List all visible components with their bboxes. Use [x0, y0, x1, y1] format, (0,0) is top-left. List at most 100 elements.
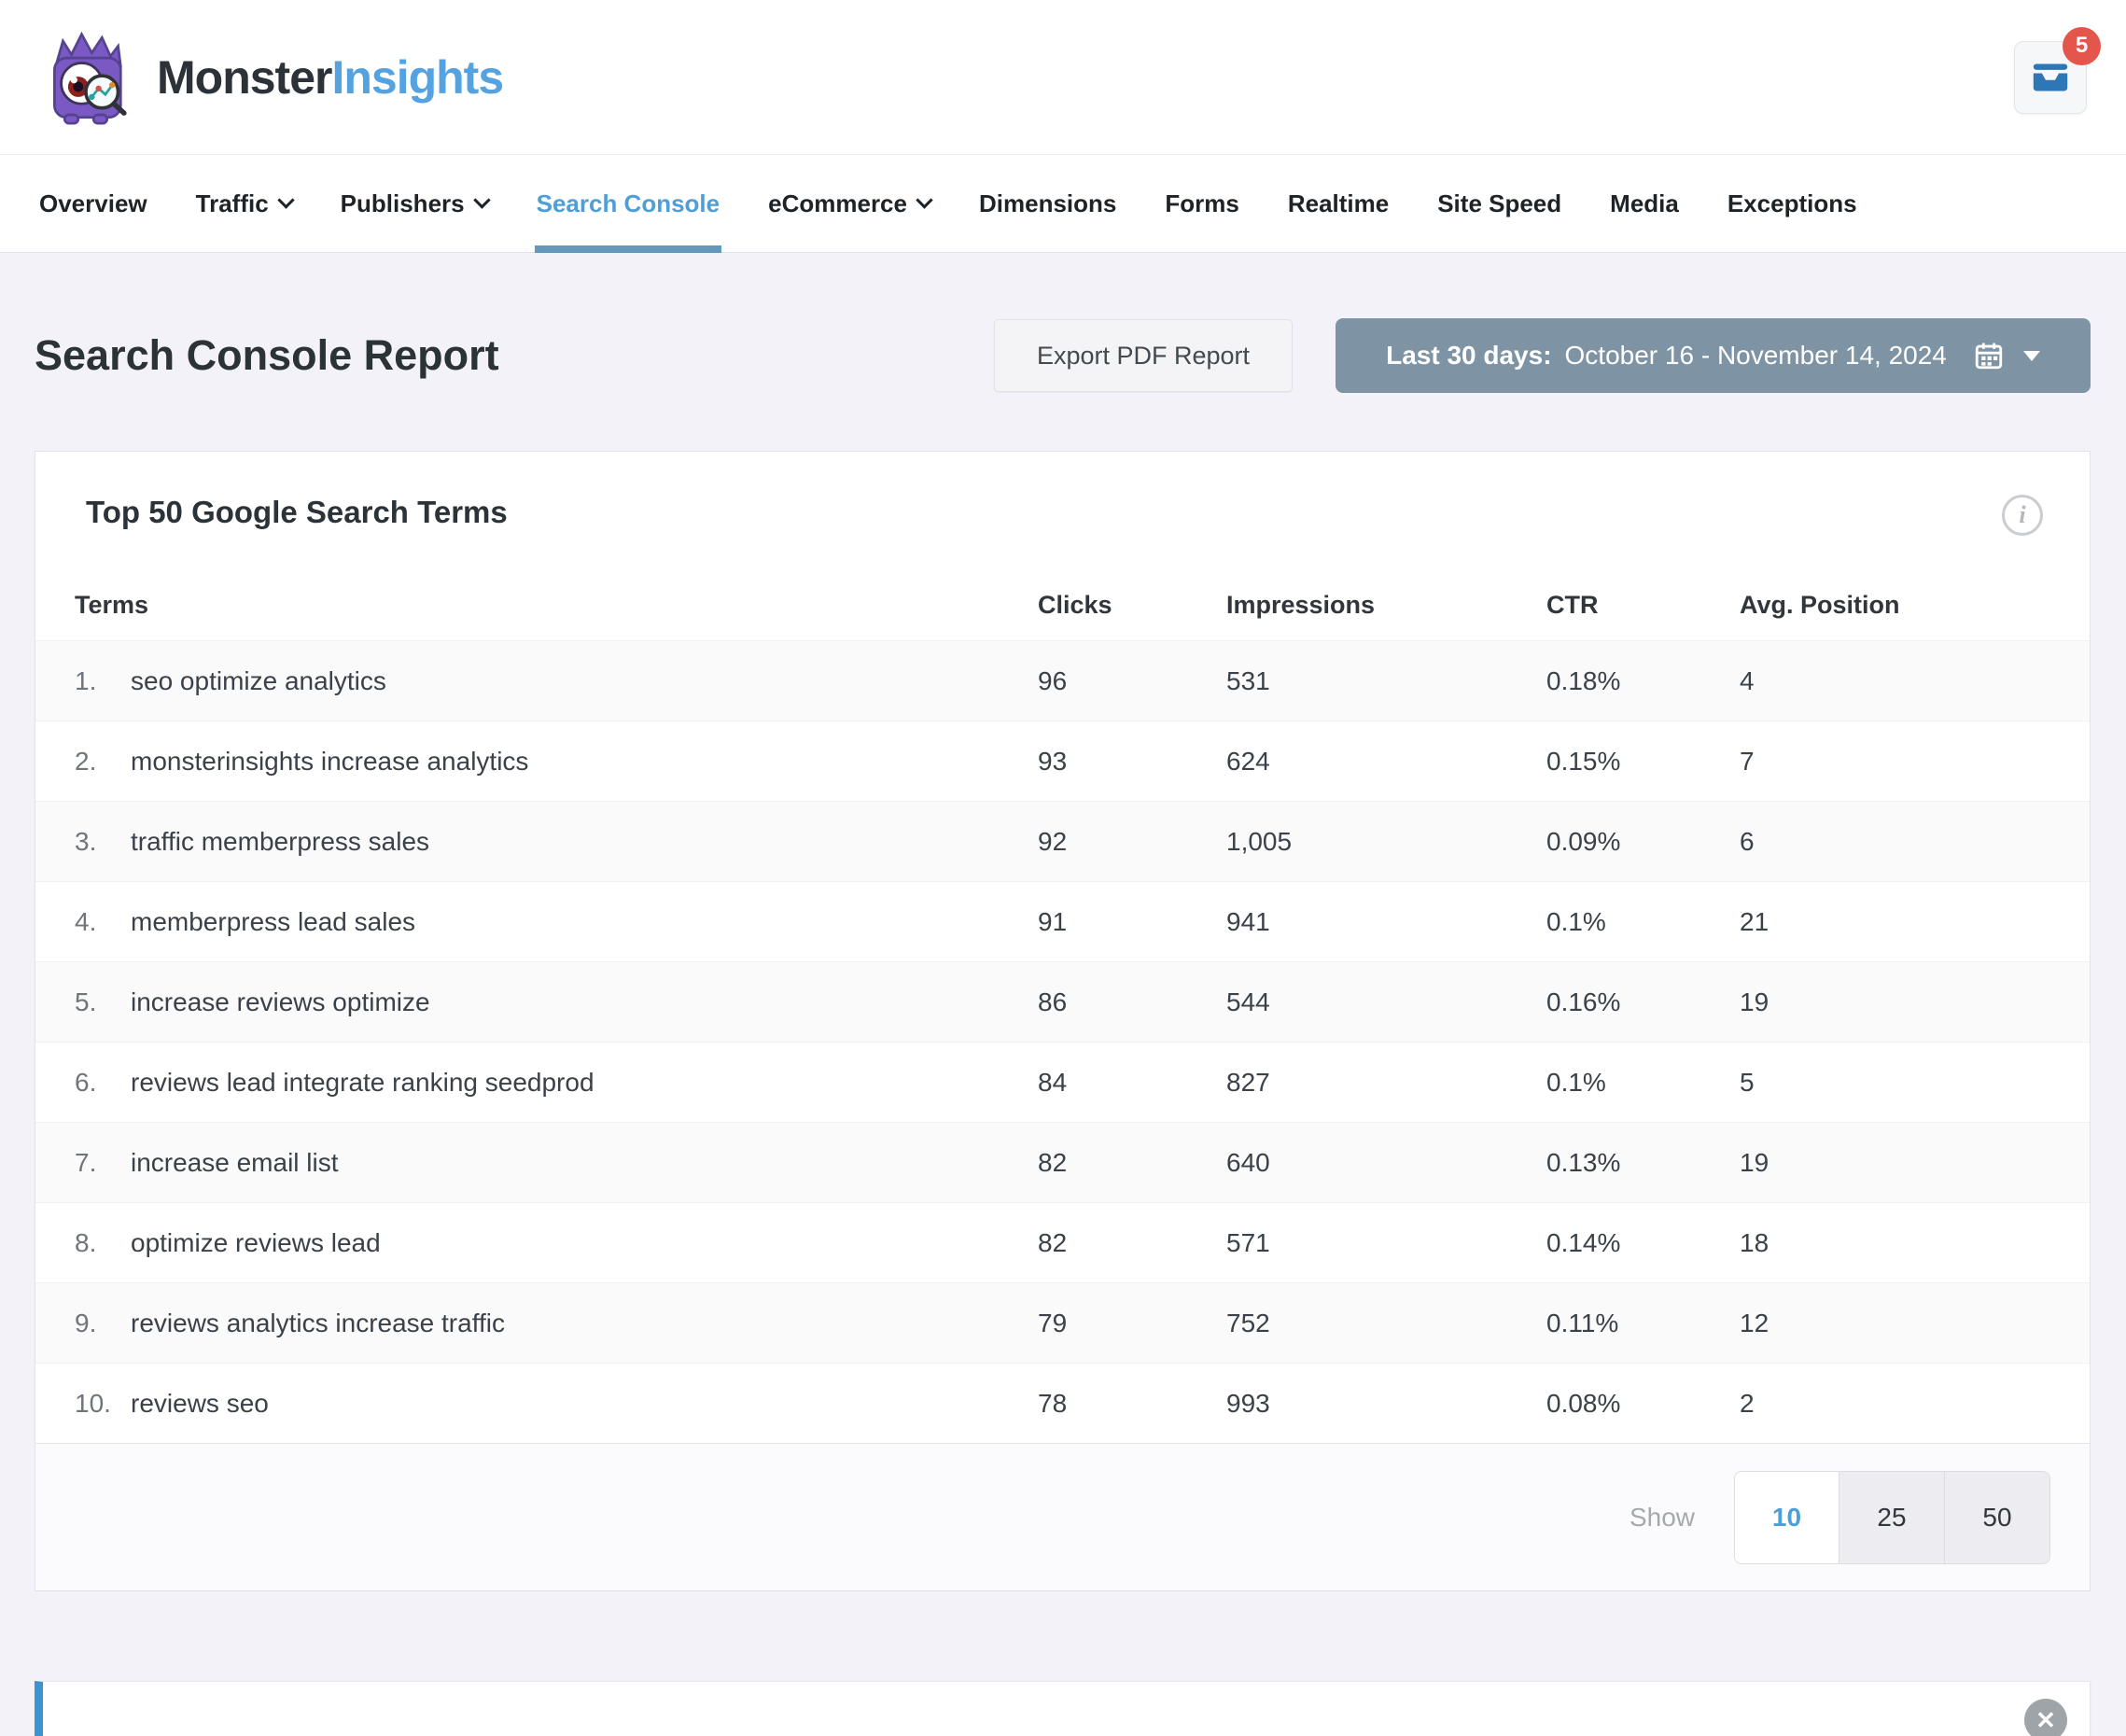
- tab-traffic[interactable]: Traffic: [172, 155, 316, 252]
- tab-ecommerce[interactable]: eCommerce: [744, 155, 955, 252]
- page-size-25-button[interactable]: 25: [1839, 1471, 1945, 1564]
- close-icon[interactable]: ✕: [2024, 1699, 2067, 1736]
- tab-exceptions[interactable]: Exceptions: [1703, 155, 1881, 252]
- card-title: Top 50 Google Search Terms: [86, 495, 508, 530]
- row-rank: 1.: [75, 666, 131, 696]
- tab-media[interactable]: Media: [1586, 155, 1703, 252]
- row-clicks: 84: [1038, 1068, 1226, 1098]
- row-avg-position: 12: [1740, 1309, 2052, 1338]
- page-size-50-button[interactable]: 50: [1945, 1471, 2050, 1564]
- export-pdf-button[interactable]: Export PDF Report: [994, 319, 1293, 392]
- row-term: monsterinsights increase analytics: [131, 747, 1038, 777]
- row-ctr: 0.13%: [1546, 1148, 1740, 1178]
- chevron-down-icon: [916, 191, 932, 208]
- row-impressions: 827: [1226, 1068, 1546, 1098]
- tab-search-console[interactable]: Search Console: [512, 155, 745, 252]
- row-impressions: 1,005: [1226, 827, 1546, 857]
- chevron-down-icon: [277, 191, 294, 208]
- search-traffic-banner: ✕ Want to increase your search traffic?: [35, 1681, 2091, 1736]
- row-avg-position: 7: [1740, 747, 2052, 777]
- tab-realtime[interactable]: Realtime: [1264, 155, 1413, 252]
- page-title: Search Console Report: [35, 331, 499, 380]
- row-ctr: 0.1%: [1546, 1068, 1740, 1098]
- tab-label: Realtime: [1288, 189, 1389, 218]
- table-row: 5. increase reviews optimize 86 544 0.16…: [35, 961, 2090, 1042]
- tab-label: Media: [1610, 189, 1679, 218]
- banner-title: Want to increase your search traffic?: [97, 1732, 2090, 1736]
- row-ctr: 0.14%: [1546, 1228, 1740, 1258]
- search-terms-table: Terms Clicks Impressions CTR Avg. Positi…: [35, 569, 2090, 1443]
- row-clicks: 82: [1038, 1228, 1226, 1258]
- brand-wordmark-insights: Insights: [331, 51, 503, 104]
- row-avg-position: 19: [1740, 987, 2052, 1017]
- tab-label: Site Speed: [1437, 189, 1561, 218]
- chevron-down-icon: [473, 191, 490, 208]
- page-header: Search Console Report Export PDF Report …: [35, 318, 2091, 393]
- tab-label: eCommerce: [768, 189, 907, 218]
- table-row: 10. reviews seo 78 993 0.08% 2: [35, 1363, 2090, 1443]
- row-term: seo optimize analytics: [131, 666, 1038, 696]
- date-range-prefix: Last 30 days:: [1386, 341, 1551, 371]
- row-avg-position: 19: [1740, 1148, 2052, 1178]
- notification-count-badge: 5: [2063, 27, 2101, 65]
- card-header: Top 50 Google Search Terms i: [35, 452, 2090, 536]
- table-row: 9. reviews analytics increase traffic 79…: [35, 1282, 2090, 1363]
- row-clicks: 93: [1038, 747, 1226, 777]
- row-term: increase reviews optimize: [131, 987, 1038, 1017]
- header: MonsterInsights 5: [0, 0, 2126, 154]
- brand-wordmark: MonsterInsights: [157, 50, 503, 105]
- table-row: 6. reviews lead integrate ranking seedpr…: [35, 1042, 2090, 1122]
- column-header-impressions: Impressions: [1226, 591, 1546, 620]
- row-ctr: 0.1%: [1546, 907, 1740, 937]
- main-content: Search Console Report Export PDF Report …: [0, 318, 2126, 1736]
- tab-overview[interactable]: Overview: [15, 155, 172, 252]
- row-rank: 4.: [75, 907, 131, 937]
- row-ctr: 0.16%: [1546, 987, 1740, 1017]
- row-ctr: 0.18%: [1546, 666, 1740, 696]
- date-range-selector[interactable]: Last 30 days: October 16 - November 14, …: [1336, 318, 2091, 393]
- notifications-inbox-button[interactable]: 5: [2014, 41, 2087, 114]
- row-clicks: 96: [1038, 666, 1226, 696]
- row-avg-position: 18: [1740, 1228, 2052, 1258]
- row-avg-position: 4: [1740, 666, 2052, 696]
- show-label: Show: [1629, 1503, 1695, 1533]
- brand-wordmark-monster: Monster: [157, 51, 331, 104]
- row-ctr: 0.08%: [1546, 1389, 1740, 1419]
- table-body: 1. seo optimize analytics 96 531 0.18% 4…: [35, 640, 2090, 1443]
- row-impressions: 624: [1226, 747, 1546, 777]
- tab-label: Exceptions: [1727, 189, 1857, 218]
- tab-label: Traffic: [196, 189, 269, 218]
- row-impressions: 544: [1226, 987, 1546, 1017]
- tab-label: Search Console: [537, 189, 720, 218]
- tab-site-speed[interactable]: Site Speed: [1413, 155, 1586, 252]
- info-icon[interactable]: i: [2002, 495, 2043, 536]
- table-row: 8. optimize reviews lead 82 571 0.14% 18: [35, 1202, 2090, 1282]
- page-size-10-button[interactable]: 10: [1734, 1471, 1839, 1564]
- tab-dimensions[interactable]: Dimensions: [955, 155, 1140, 252]
- table-pagination: Show 10 25 50: [35, 1443, 2090, 1590]
- table-row: 4. memberpress lead sales 91 941 0.1% 21: [35, 881, 2090, 961]
- row-clicks: 78: [1038, 1389, 1226, 1419]
- row-rank: 7.: [75, 1148, 131, 1178]
- tab-publishers[interactable]: Publishers: [316, 155, 512, 252]
- row-rank: 6.: [75, 1068, 131, 1098]
- row-clicks: 79: [1038, 1309, 1226, 1338]
- row-avg-position: 6: [1740, 827, 2052, 857]
- row-term: reviews seo: [131, 1389, 1038, 1419]
- table-header-row: Terms Clicks Impressions CTR Avg. Positi…: [35, 569, 2090, 640]
- page-actions: Export PDF Report Last 30 days: October …: [994, 318, 2091, 393]
- row-rank: 9.: [75, 1309, 131, 1338]
- row-impressions: 531: [1226, 666, 1546, 696]
- row-impressions: 571: [1226, 1228, 1546, 1258]
- row-term: increase email list: [131, 1148, 1038, 1178]
- date-range-value: October 16 - November 14, 2024: [1565, 341, 1947, 371]
- tab-forms[interactable]: Forms: [1140, 155, 1263, 252]
- table-row: 7. increase email list 82 640 0.13% 19: [35, 1122, 2090, 1202]
- search-terms-card: Top 50 Google Search Terms i Terms Click…: [35, 451, 2091, 1591]
- row-rank: 8.: [75, 1228, 131, 1258]
- inbox-tray-icon: [2030, 59, 2071, 96]
- monster-mascot-icon: [39, 27, 133, 128]
- row-clicks: 86: [1038, 987, 1226, 1017]
- page-size-control: 10 25 50: [1734, 1471, 2050, 1564]
- row-term: memberpress lead sales: [131, 907, 1038, 937]
